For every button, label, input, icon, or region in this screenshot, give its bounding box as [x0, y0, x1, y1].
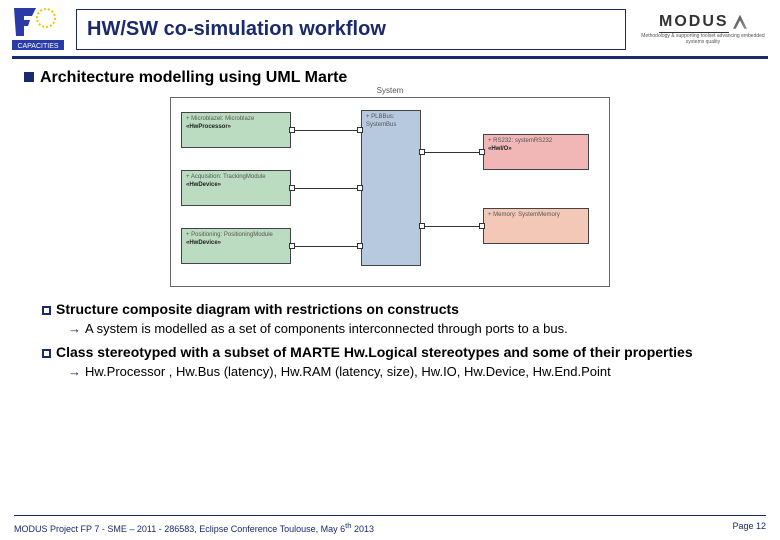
fp7-caption: CAPACITIES — [17, 43, 58, 50]
fp7-logo: CAPACITIES — [12, 6, 64, 52]
arrow-icon: → — [68, 321, 81, 336]
diagram-title: System — [374, 86, 407, 95]
page-title: HW/SW co-simulation workflow — [76, 9, 626, 50]
sub-bullet-stereotypes: →Hw.Processor , Hw.Bus (latency), Hw.RAM… — [68, 364, 756, 379]
port-icon — [479, 149, 485, 155]
connector — [295, 188, 357, 189]
footer-rule — [14, 515, 766, 516]
modus-logo-subtitle: Methodology & supporting toolset advanci… — [638, 34, 768, 45]
bullet-structure: Structure composite diagram with restric… — [42, 301, 756, 336]
modus-logo-text: MODUS — [659, 13, 729, 33]
bullet-structure-text: Structure composite diagram with restric… — [56, 301, 459, 317]
diagram-box-bus: + PLBBus: SystemBus — [361, 110, 421, 266]
uml-diagram: System + MicroblazeI: Microblaze «HwProc… — [170, 97, 610, 287]
diagram-box-microblaze: + MicroblazeI: Microblaze «HwProcessor» — [181, 112, 291, 148]
port-icon — [479, 223, 485, 229]
connector — [425, 152, 479, 153]
header-rule — [12, 56, 768, 59]
bullet-class-text: Class stereotyped with a subset of MARTE… — [56, 344, 693, 360]
square-bullet-icon — [24, 72, 34, 82]
sub-bullet-system: →A system is modelled as a set of compon… — [68, 321, 756, 336]
port-icon — [357, 185, 363, 191]
connector — [425, 226, 479, 227]
hollow-square-bullet-icon — [42, 306, 51, 315]
connector — [295, 130, 357, 131]
diagram-box-acquisition: + Acquisition: TrackingModule «HwDevice» — [181, 170, 291, 206]
modus-logo: MODUS Methodology & supporting toolset a… — [638, 13, 768, 45]
diagram-box-memory: + Memory: SystemMemory — [483, 208, 589, 244]
bullet-class: Class stereotyped with a subset of MARTE… — [42, 344, 756, 379]
footer-page: Page 12 — [732, 521, 766, 534]
port-icon — [357, 243, 363, 249]
section-heading: Architecture modelling using UML Marte — [24, 69, 756, 87]
modus-logo-icon — [733, 15, 747, 29]
arrow-icon: → — [68, 364, 81, 379]
footer: MODUS Project FP 7 - SME – 2011 - 286583… — [14, 521, 766, 534]
port-icon — [357, 127, 363, 133]
diagram-box-positioning: + Positioning: PositioningModule «HwDevi… — [181, 228, 291, 264]
connector — [295, 246, 357, 247]
section-heading-text: Architecture modelling using UML Marte — [40, 69, 347, 86]
diagram-box-rs232: + RS232: systemRS232 «HwI/O» — [483, 134, 589, 170]
footer-left: MODUS Project FP 7 - SME – 2011 - 286583… — [14, 521, 374, 534]
hollow-square-bullet-icon — [42, 349, 51, 358]
